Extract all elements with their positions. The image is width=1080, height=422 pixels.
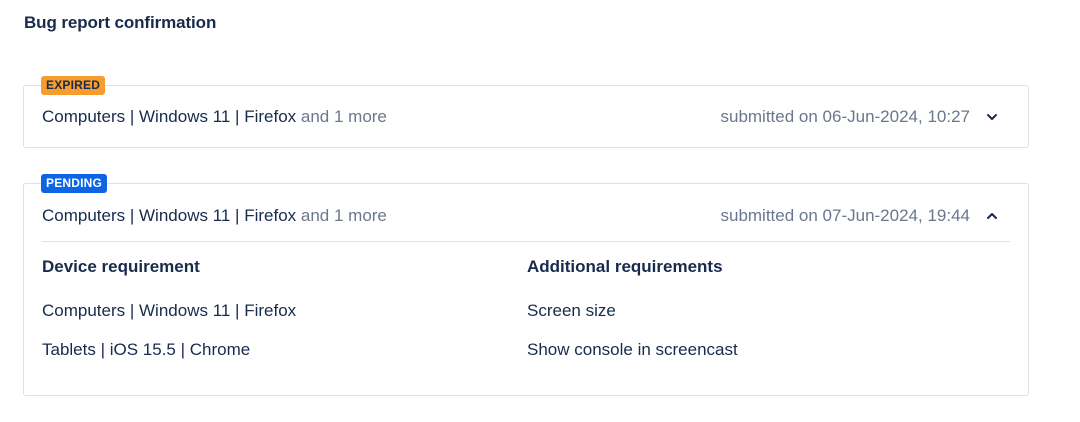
list-item: Show console in screencast xyxy=(527,340,738,359)
collapse-toggle-button[interactable] xyxy=(982,206,1002,226)
list-item: Screen size xyxy=(527,301,616,320)
device-requirement-heading: Device requirement xyxy=(42,257,200,276)
report-summary-row[interactable]: Computers | Windows 11 | Firefox and 1 m… xyxy=(42,106,1010,128)
status-badge-expired: EXPIRED xyxy=(41,76,106,95)
report-summary-row[interactable]: Computers | Windows 11 | Firefox and 1 m… xyxy=(42,205,1010,227)
chevron-down-icon xyxy=(987,114,997,120)
device-requirement-list: Computers | Windows 11 | Firefox Tablets… xyxy=(42,300,482,361)
report-summary: Computers | Windows 11 | Firefox and 1 m… xyxy=(42,106,387,128)
device-summary: Computers | Windows 11 | Firefox xyxy=(42,206,297,225)
additional-requirements-section: Additional requirements Screen size Show… xyxy=(527,256,967,361)
chevron-up-icon xyxy=(987,213,997,219)
more-devices-text: and 1 more xyxy=(300,206,387,225)
submitted-date: submitted on 07-Jun-2024, 19:44 xyxy=(720,206,970,225)
submitted-date: submitted on 06-Jun-2024, 10:27 xyxy=(720,107,970,126)
list-item: Tablets | iOS 15.5 | Chrome xyxy=(42,340,251,359)
report-summary: Computers | Windows 11 | Firefox and 1 m… xyxy=(42,205,387,227)
report-card-expired: EXPIRED Computers | Windows 11 | Firefox… xyxy=(23,76,1029,148)
status-badge-pending: PENDING xyxy=(41,174,108,193)
divider xyxy=(42,241,1010,242)
additional-requirements-list: Screen size Show console in screencast xyxy=(527,300,967,361)
device-requirement-section: Device requirement Computers | Windows 1… xyxy=(42,256,482,361)
page-title: Bug report confirmation xyxy=(24,13,217,32)
list-item: Computers | Windows 11 | Firefox xyxy=(42,301,297,320)
report-card-pending: PENDING Computers | Windows 11 | Firefox… xyxy=(23,174,1029,396)
more-devices-text: and 1 more xyxy=(300,107,387,126)
additional-requirements-heading: Additional requirements xyxy=(527,257,723,276)
device-summary: Computers | Windows 11 | Firefox xyxy=(42,107,297,126)
expand-toggle-button[interactable] xyxy=(982,107,1002,127)
